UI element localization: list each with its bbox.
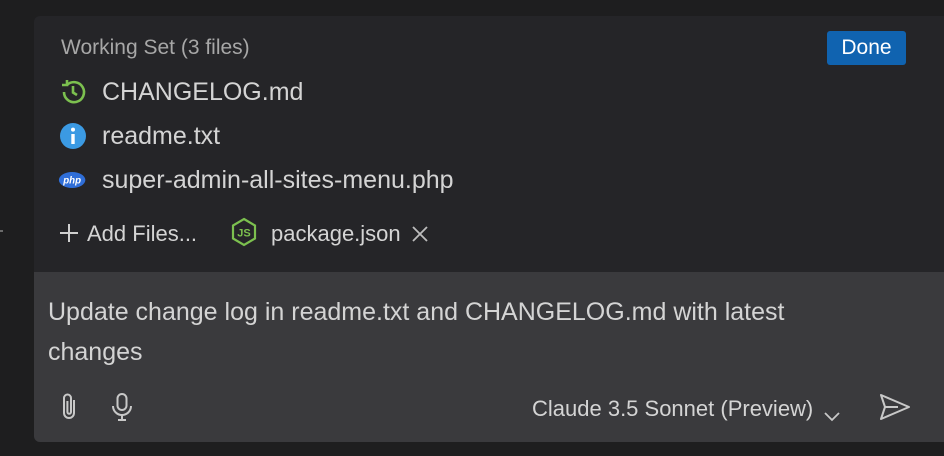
- working-set-title: Working Set (3 files): [61, 36, 250, 59]
- chevron-down-icon: [823, 403, 841, 422]
- send-icon[interactable]: [878, 390, 912, 424]
- working-set-file-php[interactable]: php super-admin-all-sites-menu.php: [58, 162, 454, 198]
- attached-file-name: package.json: [271, 221, 401, 246]
- attached-file-chip[interactable]: JS package.json: [229, 216, 429, 252]
- info-icon: [58, 121, 88, 151]
- model-picker[interactable]: Claude 3.5 Sonnet (Preview): [532, 396, 841, 422]
- plus-icon: [59, 220, 81, 248]
- svg-text:php: php: [62, 176, 81, 187]
- working-set-file-readme[interactable]: readme.txt: [58, 118, 220, 154]
- file-name: readme.txt: [102, 121, 221, 150]
- add-files-label: Add Files...: [87, 221, 198, 246]
- chat-input[interactable]: Update change log in readme.txt and CHAN…: [48, 292, 878, 372]
- attach-icon[interactable]: [56, 392, 84, 422]
- file-name: CHANGELOG.md: [102, 77, 304, 106]
- history-icon: [58, 77, 88, 107]
- working-set-file-changelog[interactable]: CHANGELOG.md: [58, 74, 303, 110]
- done-button[interactable]: Done: [827, 31, 906, 65]
- remove-file-icon[interactable]: [411, 221, 429, 247]
- left-edge-marker: [0, 230, 3, 232]
- nodejs-icon: JS: [229, 217, 259, 252]
- chat-input-area: Update change log in readme.txt and CHAN…: [34, 272, 944, 442]
- microphone-icon[interactable]: [108, 392, 136, 422]
- chat-panel: Working Set (3 files) Done CHANGELOG.md …: [34, 16, 944, 442]
- add-files-button[interactable]: Add Files...: [59, 216, 197, 252]
- file-name: super-admin-all-sites-menu.php: [102, 165, 454, 194]
- model-label: Claude 3.5 Sonnet (Preview): [532, 396, 814, 421]
- php-icon: php: [58, 165, 88, 195]
- svg-text:JS: JS: [237, 227, 250, 239]
